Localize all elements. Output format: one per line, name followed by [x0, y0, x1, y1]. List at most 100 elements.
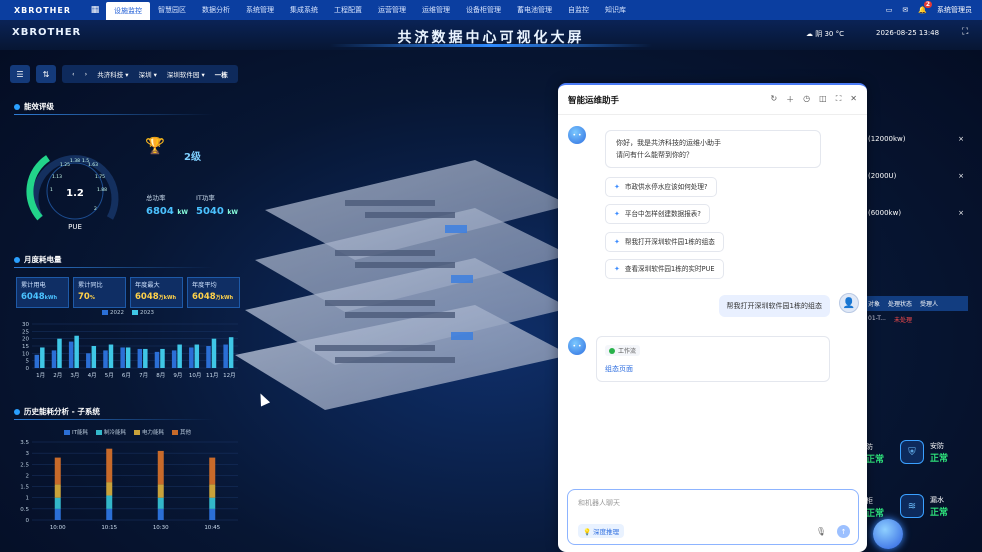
chat-input-placeholder: 和机器人聊天 [578, 499, 620, 507]
suggestion-chip[interactable]: ✦ 市政供水停水应该如何处理? [605, 177, 717, 197]
nav-item[interactable]: 数据分析 [194, 0, 238, 20]
weather-text: 阴 30 °C [815, 30, 844, 38]
send-button[interactable]: ↑ [837, 525, 850, 538]
stack-segment [54, 457, 61, 485]
card-unit: 万kWh [158, 295, 177, 301]
bar [91, 346, 97, 368]
stack-segment [157, 497, 164, 509]
nav-item[interactable]: 自监控 [560, 0, 597, 20]
nav-item[interactable]: 知识库 [597, 0, 634, 20]
legend-label: 制冷能耗 [103, 430, 126, 436]
monthly-legend: 2022 2023 [102, 310, 154, 316]
nav-item[interactable]: 蓄电池管理 [509, 0, 560, 20]
crumb-building[interactable]: 一栋 [215, 69, 228, 79]
user-menu[interactable]: 系统管理员 [937, 5, 972, 15]
assistant-float-button[interactable] [873, 519, 903, 549]
sort-icon[interactable]: ⇅ [36, 65, 56, 83]
nav-item[interactable]: 系统管理 [238, 0, 282, 20]
mail-icon[interactable]: ✉ [902, 6, 908, 14]
microphone-icon[interactable]: 🎙 [816, 527, 826, 536]
nav-item[interactable]: 运维管理 [414, 0, 458, 20]
energy-card-max: 年度最大 6048万kWh [130, 277, 183, 308]
gauge-tick: 2 [94, 206, 97, 212]
status-leak: ≋ 漏水 正常 [900, 494, 948, 518]
history-icon[interactable]: ◷ [803, 94, 810, 105]
split-view-icon[interactable]: ◫ [819, 94, 827, 105]
close-icon[interactable]: ✕ [850, 94, 857, 105]
x-tick-label: 10:15 [101, 525, 117, 531]
refresh-icon[interactable]: ↻ [770, 94, 777, 105]
y-tick-label: 2 [26, 473, 30, 479]
notification-bell-icon[interactable]: 🔔 2 [918, 1, 932, 14]
user-message-bubble: 帮我打开深圳软件园1栋的组态 [718, 295, 830, 317]
crumb-city[interactable]: 深圳 ▾ [139, 69, 157, 79]
prev-icon[interactable]: ‹ [72, 70, 75, 78]
card-value: 6048 [192, 292, 216, 302]
table-row[interactable]: 01-T... 未处理 [866, 311, 968, 328]
bar [86, 353, 91, 368]
column-header: 处理状态 [888, 301, 913, 308]
card-unit: kWh [44, 295, 58, 301]
bar [171, 350, 177, 368]
nav-item[interactable]: 智慧园区 [150, 0, 194, 20]
title-decoration [330, 44, 652, 47]
shield-icon: ⛨ [900, 440, 924, 464]
suggestion-chip[interactable]: ✦ 平台中怎样创建数据报表? [605, 204, 710, 224]
suggestion-chip[interactable]: ✦ 查看深圳软件园1栋的实时PUE [605, 259, 724, 279]
y-tick-label: 0 [26, 518, 30, 524]
fullscreen-icon[interactable]: ⛶ [962, 27, 968, 37]
stack-segment [106, 495, 113, 509]
menu-icon[interactable]: ☰ [10, 65, 30, 83]
energy-card-yoy: 累计同比 70% [73, 277, 126, 308]
crumb-company[interactable]: 共济科技 ▾ [97, 69, 128, 79]
breadcrumb: ‹ › 共济科技 ▾ 深圳 ▾ 深圳软件园 ▾ 一栋 [62, 65, 238, 83]
bar [154, 351, 160, 368]
deep-think-toggle[interactable]: 💡 深度推理 [578, 524, 625, 538]
y-tick-label: 1 [26, 496, 30, 502]
status-cabinet: 柜正常 [866, 496, 884, 519]
nav-item[interactable]: 集成系统 [282, 0, 326, 20]
sparkle-icon: ✦ [614, 210, 620, 218]
sparkle-icon: ✦ [614, 265, 620, 273]
stack-segment [54, 484, 61, 498]
stack-segment [54, 508, 61, 520]
bot-greeting-bubble: 你好，我是共济科技的运维小助手 请问有什么能帮到你的？ [605, 130, 821, 168]
pue-value: 1.2 [66, 188, 84, 199]
y-tick-label: 30 [22, 322, 29, 328]
x-tick-label: 6月 [122, 372, 131, 379]
brand-logo[interactable]: XBROTHER [0, 6, 84, 15]
close-icon[interactable]: × [958, 135, 964, 143]
app-grid-icon[interactable]: ▦ [84, 5, 106, 15]
legend-item: 电力能耗 [134, 428, 164, 436]
next-icon[interactable]: › [85, 70, 88, 78]
kpi-unit: kW [177, 209, 188, 216]
nav-item[interactable]: 设备柜管理 [458, 0, 509, 20]
stack-segment [106, 482, 113, 496]
legend-item: 其他 [172, 428, 191, 436]
crumb-park[interactable]: 深圳软件园 ▾ [167, 69, 205, 79]
workflow-tag: 工作流 [605, 345, 641, 356]
monitor-icon[interactable]: ▭ [886, 6, 893, 14]
stack-segment [157, 450, 164, 485]
nav-item[interactable]: 设施监控 [106, 2, 150, 20]
y-tick-label: 25 [22, 329, 29, 335]
expand-icon[interactable]: ⛶ [836, 94, 842, 105]
suggestion-chip[interactable]: ✦ 帮我打开深圳软件园1栋的组态 [605, 232, 724, 252]
column-header: 受理人 [920, 301, 939, 308]
nav-item[interactable]: 工程配置 [326, 0, 370, 20]
bar [137, 348, 143, 368]
close-icon[interactable]: × [958, 209, 964, 217]
datacenter-3d-model[interactable] [225, 150, 570, 410]
x-tick-label: 3月 [70, 372, 79, 379]
nav-right: ▭ ✉ 🔔 2 系统管理员 [886, 1, 982, 15]
suggestion-text: 市政供水停水应该如何处理? [624, 183, 708, 191]
x-tick-label: 10:30 [153, 525, 169, 531]
nav-item[interactable]: 运营管理 [370, 0, 414, 20]
status-security: ⛨ 安防 正常 [900, 440, 948, 464]
chat-input[interactable]: 和机器人聊天 💡 深度推理 🎙 ↑ [567, 489, 859, 545]
add-icon[interactable]: ＋ [786, 94, 794, 105]
workflow-link[interactable]: 组态页面 [605, 364, 821, 374]
suggestion-text: 查看深圳软件园1栋的实时PUE [624, 265, 715, 273]
close-icon[interactable]: × [958, 172, 964, 180]
sparkle-icon: ✦ [614, 238, 620, 246]
